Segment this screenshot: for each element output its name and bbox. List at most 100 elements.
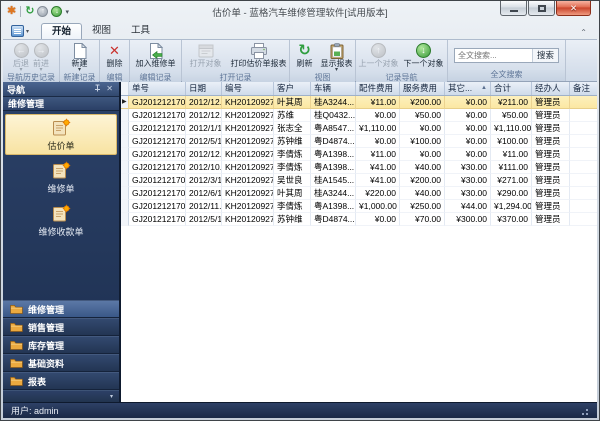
qat-customize-dropdown-icon[interactable]: ▾ (65, 8, 69, 16)
table-row[interactable]: GJ201212170... 2012/12... KH20120927... … (121, 148, 597, 161)
minimize-button[interactable] (500, 1, 527, 16)
app-icon: ✱ (7, 5, 17, 17)
column-header-total[interactable]: 合计 (491, 82, 532, 95)
add-to-repair-order-button[interactable]: 加入维修单 ▾ (136, 40, 176, 73)
sidebar-nav-item[interactable]: 维修收款单 (5, 200, 117, 241)
table-row[interactable]: GJ201212170... 2012/12... KH20120927... … (121, 96, 597, 109)
cell-customer: 吴世良 (274, 174, 311, 187)
fulltext-search-box: 搜索 (454, 47, 559, 63)
column-header-note[interactable]: 备注 (570, 82, 597, 95)
column-header-no[interactable]: 单号 (129, 82, 186, 95)
cell-customer: 苏维 (274, 109, 311, 122)
ribbon-collapse-icon[interactable]: ⌃ (580, 28, 591, 39)
estimate-doc-icon (53, 161, 71, 179)
column-header-vehicle[interactable]: 车辆 (311, 82, 356, 95)
cell-vehicle: 桂A3244... (311, 187, 356, 200)
new-button[interactable]: 新建 ▾ (72, 40, 88, 73)
cell-handler: 管理员 (532, 161, 570, 174)
column-header-service[interactable]: 服务费用 (400, 82, 445, 95)
column-header-code[interactable]: 编号 (222, 82, 274, 95)
search-button[interactable]: 搜索 (531, 48, 558, 62)
ribbon-group-edit: ✕ 删除 ▾ 编辑 (100, 40, 130, 83)
cell-no: GJ201212170... (129, 187, 186, 200)
refresh-button[interactable]: ↻ 刷新 ▾ (291, 40, 319, 73)
column-header-parts[interactable]: 配件费用 (356, 82, 400, 95)
forward-button[interactable]: → 前进 ▾ (33, 40, 49, 73)
maximize-button[interactable] (528, 1, 555, 16)
cell-handler: 管理员 (532, 148, 570, 161)
cell-no: GJ201212170... (129, 161, 186, 174)
table-row[interactable]: GJ201212170... 2012/5/17 KH20120927... 苏… (121, 135, 597, 148)
sidebar-section-button[interactable]: 维修管理 (3, 300, 119, 318)
pin-icon[interactable] (92, 84, 104, 94)
table-row[interactable]: GJ201212170... 2012/3/17 KH20120927... 吴… (121, 174, 597, 187)
cell-parts: ¥1,110.00 (356, 122, 400, 135)
table-row[interactable]: GJ201212170... 2012/1/17 KH20120927... 张… (121, 122, 597, 135)
qat-refresh-icon[interactable]: ↻ (25, 6, 34, 17)
estimate-table: 单号 日期 编号 客户 车辆 配件费用 服务费用 其它... ▲ 合计 经办人 备… (120, 82, 597, 402)
table-row[interactable]: GJ201212170... 2012/6/17 KH20120927... 叶… (121, 187, 597, 200)
delete-button[interactable]: ✕ 删除 ▾ (107, 40, 123, 73)
cell-handler: 管理员 (532, 96, 570, 109)
qat-prev-object-icon[interactable]: ↑ (37, 6, 49, 17)
cell-handler: 管理员 (532, 213, 570, 226)
row-selector-cell (121, 122, 129, 135)
folder-icon (10, 359, 23, 368)
ribbon-group-new-record: 新建 ▾ 新建记录 (60, 40, 100, 83)
folder-icon (10, 305, 23, 314)
cell-note (570, 122, 597, 135)
resize-grip-icon[interactable] (579, 406, 589, 416)
previous-object-icon: ↑ (371, 43, 386, 58)
sidebar-section-button[interactable]: 基础资料 (3, 354, 119, 372)
navpane-overflow-button[interactable]: ▾ (110, 393, 113, 400)
cell-code: KH20120927... (222, 161, 274, 174)
navpane-overflow-bar: ▾ (3, 390, 119, 402)
column-header-customer[interactable]: 客户 (274, 82, 311, 95)
close-button[interactable]: ✕ (556, 1, 591, 16)
ribbon-tab[interactable]: 工具 (121, 23, 160, 39)
close-pane-icon[interactable]: ✕ (104, 85, 115, 93)
column-header-other[interactable]: 其它... ▲ (445, 82, 491, 95)
next-object-button[interactable]: ↓ 下一个对象 ▾ (401, 40, 447, 73)
column-header-date[interactable]: 日期 (186, 82, 222, 95)
sidebar-section-button[interactable]: 销售管理 (3, 318, 119, 336)
ribbon-tab[interactable]: 开始 (41, 23, 83, 39)
cell-parts: ¥0.00 (356, 213, 400, 226)
new-document-icon (73, 42, 87, 59)
cell-other: ¥30.00 (445, 187, 491, 200)
cell-service: ¥250.00 (400, 200, 445, 213)
cell-parts: ¥0.00 (356, 135, 400, 148)
print-estimate-report-button[interactable]: 打印估价单报表 ▾ (229, 40, 289, 73)
cell-date: 2012/12... (186, 96, 222, 109)
cell-date: 2012/5/17 (186, 135, 222, 148)
app-menu-button[interactable]: ▾ (11, 24, 33, 38)
row-selector-cell (121, 161, 129, 174)
column-header-handler[interactable]: 经办人 (532, 82, 570, 95)
table-row[interactable]: GJ201212170... 2012/10... KH20120927... … (121, 161, 597, 174)
cell-other: ¥0.00 (445, 109, 491, 122)
quick-access-toolbar: ✱ ↻ ↑ ↓ ▾ (3, 1, 69, 22)
sidebar-nav-item[interactable]: 估价单 (5, 114, 117, 155)
window-controls: ✕ (499, 1, 597, 22)
table-row[interactable]: GJ201212170... 2012/11... KH20120927... … (121, 200, 597, 213)
minimize-icon (509, 9, 518, 12)
sidebar-section-button[interactable]: 库存管理 (3, 336, 119, 354)
cell-handler: 管理员 (532, 174, 570, 187)
table-row[interactable]: GJ201212170... 2012/5/17 KH20120927... 苏… (121, 213, 597, 226)
sidebar-section-button[interactable]: 报表 (3, 372, 119, 390)
qat-next-object-icon[interactable]: ↓ (51, 6, 63, 17)
open-object-icon (198, 44, 213, 57)
previous-object-button[interactable]: ↑ 上一个对象 ▾ (357, 40, 401, 73)
back-button[interactable]: ← 后退 ▾ (13, 40, 29, 73)
cell-other: ¥0.00 (445, 122, 491, 135)
ribbon-tab[interactable]: 视图 (82, 23, 121, 39)
fulltext-search-input[interactable] (455, 48, 532, 62)
table-row[interactable]: GJ201212170... 2012/12... KH20120927... … (121, 109, 597, 122)
cell-customer: 李倩炼 (274, 148, 311, 161)
show-report-button[interactable]: 显示报表 ▾ (319, 40, 355, 73)
sidebar-nav-item[interactable]: 维修单 (5, 157, 117, 198)
navigation-pane-title: 导航 (7, 84, 26, 95)
navigation-pane: 导航 ✕ 维修管理 估价单 维修单 维修收款单 维修管理 销售管理 库存管理 基… (3, 82, 120, 402)
ribbon-group-open-record: 打开对象 ▾ 打印估价单报表 ▾ 打开记录 (182, 40, 290, 83)
open-object-button[interactable]: 打开对象 ▾ (183, 40, 229, 73)
